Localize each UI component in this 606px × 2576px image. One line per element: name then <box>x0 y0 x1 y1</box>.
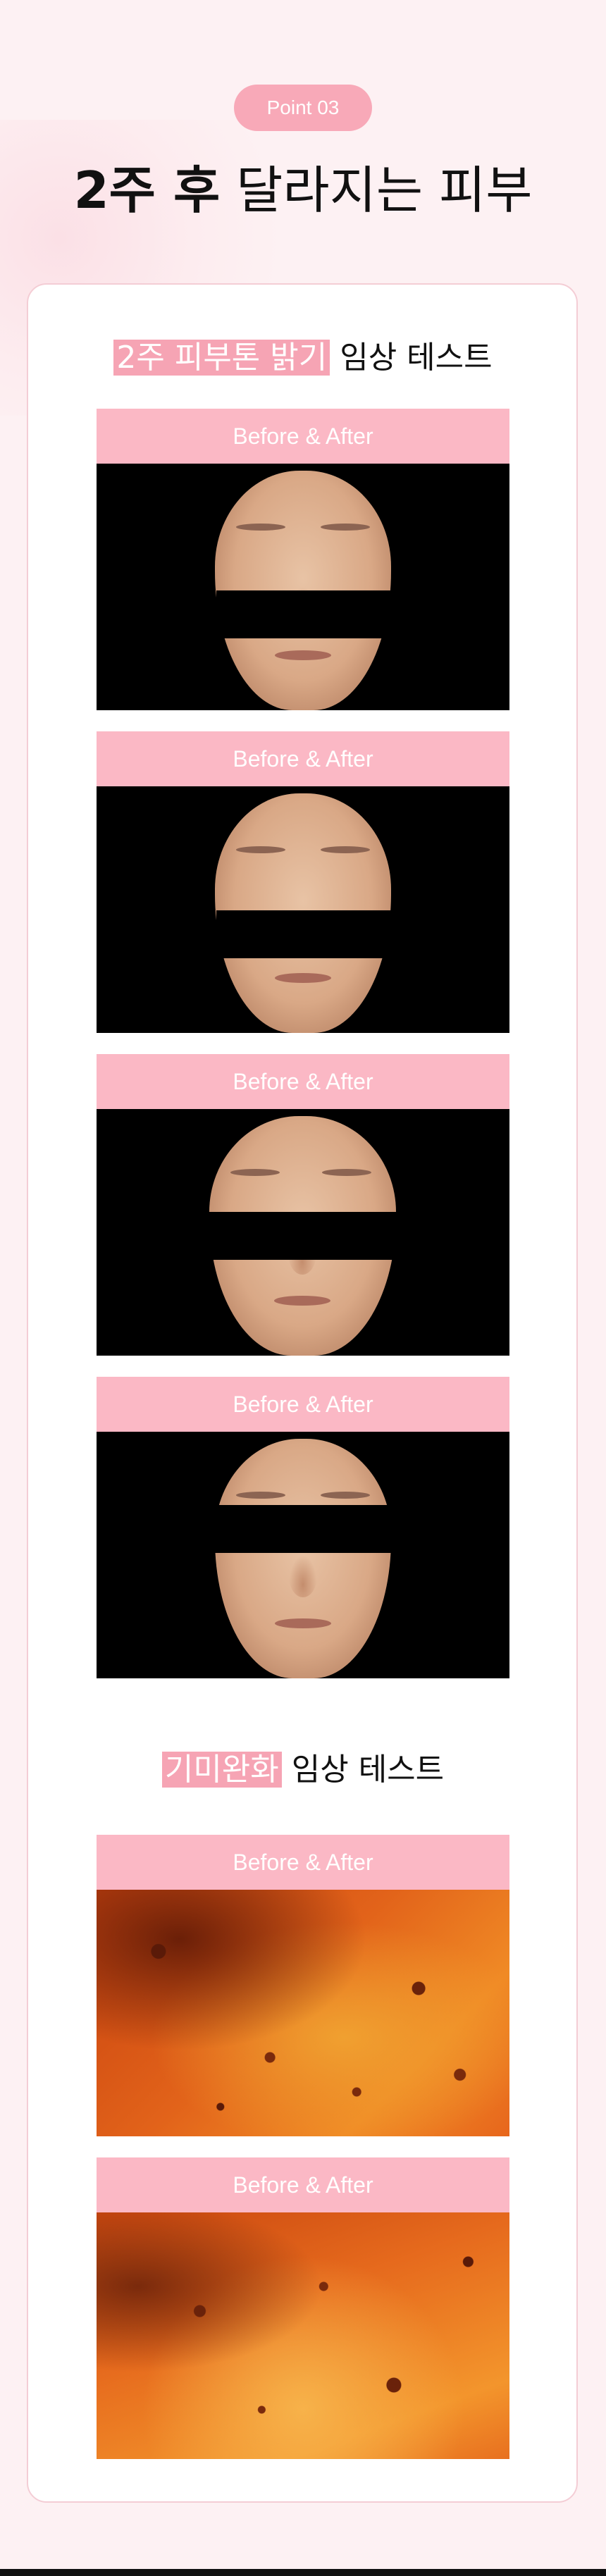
face-photo <box>97 464 509 710</box>
before-after-label: Before & After <box>97 409 509 464</box>
before-after-panel: Before & After <box>97 1377 509 1678</box>
page-title-rest: 달라지는 피부 <box>220 161 533 220</box>
tone-test-title-rest: 임상 테스트 <box>330 340 493 376</box>
before-after-panel: Before & After <box>97 409 509 710</box>
skin-microscope-photo <box>97 1890 509 2136</box>
eye-censor-bar <box>216 910 392 958</box>
skin-microscope-photo <box>97 2212 509 2459</box>
before-after-panel: Before & After <box>97 1054 509 1356</box>
point-badge: Point 03 <box>234 85 372 131</box>
melasma-test-title-rest: 임상 테스트 <box>281 1752 445 1788</box>
before-after-label: Before & After <box>97 731 509 786</box>
before-after-label: Before & After <box>97 1377 509 1432</box>
before-after-label: Before & After <box>97 1054 509 1109</box>
before-after-panel: Before & After <box>97 731 509 1033</box>
before-after-panel: Before & After <box>97 2157 509 2459</box>
eye-censor-bar <box>208 1505 400 1553</box>
before-after-label: Before & After <box>97 2157 509 2212</box>
melasma-test-title: 기미완화 임상 테스트 <box>0 1749 606 1791</box>
face-photo <box>97 1109 509 1356</box>
eye-censor-bar <box>208 1212 398 1260</box>
face-photo <box>97 1432 509 1678</box>
face-photo <box>97 786 509 1033</box>
before-after-label: Before & After <box>97 1835 509 1890</box>
tone-test-title-highlight: 2주 피부톤 밝기 <box>113 340 330 376</box>
bottom-divider <box>0 2569 606 2576</box>
page-title: 2주 후 달라지는 피부 <box>0 151 606 229</box>
before-after-panel: Before & After <box>97 1835 509 2136</box>
page-title-bold: 2주 후 <box>73 161 221 220</box>
melasma-test-title-highlight: 기미완화 <box>161 1752 282 1788</box>
tone-test-title: 2주 피부톤 밝기 임상 테스트 <box>0 337 606 379</box>
eye-censor-bar <box>216 590 392 638</box>
